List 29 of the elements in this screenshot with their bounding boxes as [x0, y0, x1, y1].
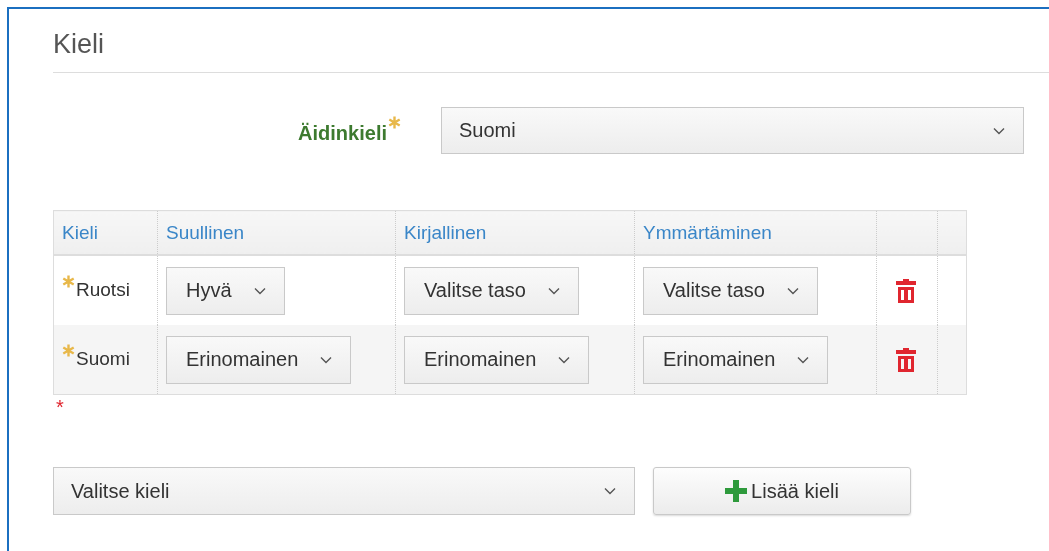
chevron-down-icon	[547, 286, 560, 295]
column-header: Kieli	[62, 221, 98, 243]
level-dropdown[interactable]: Erinomainen	[404, 335, 590, 384]
trash-icon[interactable]	[895, 347, 917, 372]
column-header: Kirjallinen	[404, 221, 487, 243]
chevron-down-icon	[786, 286, 799, 295]
chevron-down-icon	[604, 487, 616, 495]
chevron-down-icon	[797, 355, 810, 364]
level-dropdown[interactable]: Erinomainen	[166, 335, 352, 384]
level-dropdown[interactable]: Valitse taso	[404, 266, 579, 315]
add-language-button[interactable]: Lisää kieli	[653, 467, 911, 515]
chevron-down-icon	[253, 286, 266, 295]
chevron-down-icon	[320, 355, 333, 364]
language-name: Ruotsi	[76, 277, 130, 301]
field-label: Äidinkieli	[298, 121, 387, 145]
column-header: Suullinen	[166, 221, 245, 243]
section-title: Kieli	[53, 29, 105, 59]
trash-icon[interactable]	[895, 278, 917, 303]
column-header: Ymmärtäminen	[643, 221, 772, 243]
plus-icon	[725, 480, 748, 502]
language-dropdown[interactable]: Valitse kieli	[53, 467, 635, 515]
level-dropdown[interactable]: Valitse taso	[643, 266, 818, 315]
language-name: Suomi	[76, 346, 130, 370]
level-dropdown[interactable]: Erinomainen	[643, 335, 829, 384]
language-dropdown[interactable]: Suomi	[441, 107, 1024, 154]
chevron-down-icon	[558, 355, 571, 364]
level-dropdown[interactable]: Hyvä	[166, 266, 285, 315]
chevron-down-icon	[993, 126, 1005, 135]
validation-mark: *	[56, 396, 64, 418]
